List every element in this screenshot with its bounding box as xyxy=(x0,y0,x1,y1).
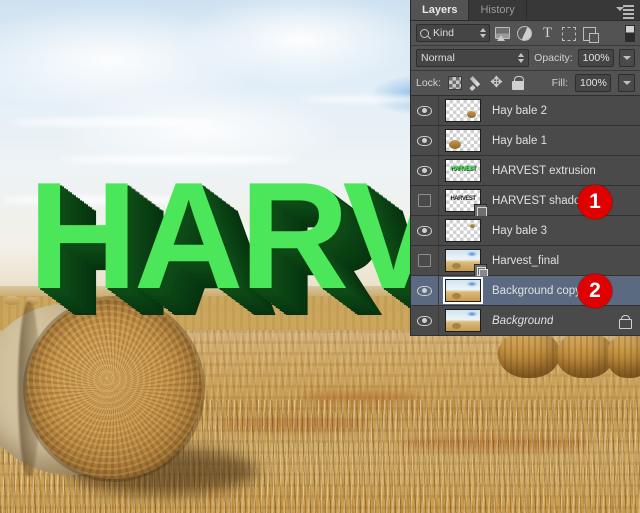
photoshop-screenshot: HARV Layers History Kind T Normal Opacit… xyxy=(0,0,640,513)
layer-name: HARVEST extrusion xyxy=(492,164,596,177)
layer-thumbnail[interactable] xyxy=(445,279,481,302)
opacity-chevron-down-icon[interactable] xyxy=(618,49,635,67)
layer-visibility-eye-icon[interactable] xyxy=(411,156,439,185)
type-layer-filter-icon[interactable]: T xyxy=(539,25,556,42)
thumbnail-hay-bale xyxy=(449,140,461,149)
fill-chevron-down-icon[interactable] xyxy=(618,74,635,92)
filter-toggle-icon[interactable] xyxy=(625,24,635,42)
filter-kind-label: Kind xyxy=(433,27,455,39)
updown-stepper-icon[interactable] xyxy=(518,53,525,63)
lock-position-icon[interactable] xyxy=(490,73,504,91)
layer-visibility-eye-icon[interactable] xyxy=(411,306,439,335)
layer-name: HARVEST shadow xyxy=(492,194,589,207)
filter-kind-dropdown[interactable]: Kind xyxy=(416,24,490,42)
tab-history[interactable]: History xyxy=(469,0,527,20)
updown-stepper-icon[interactable] xyxy=(480,28,486,38)
layer-name: Hay bale 2 xyxy=(492,104,547,117)
layer-row[interactable]: Hay bale 3 xyxy=(411,216,640,246)
layer-name: Background xyxy=(492,314,554,327)
shape-layer-filter-icon[interactable] xyxy=(561,25,578,42)
layer-row[interactable]: HARVEST HARVEST extrusion xyxy=(411,156,640,186)
layer-thumbnail[interactable] xyxy=(445,249,488,278)
layer-row[interactable]: Background xyxy=(411,306,640,336)
layer-visibility-eye-icon[interactable] xyxy=(411,96,439,125)
lock-all-icon[interactable] xyxy=(511,76,525,90)
bale-face xyxy=(26,299,202,479)
layer-visibility-eye-icon[interactable] xyxy=(411,126,439,155)
layer-name: Harvest_final xyxy=(492,254,560,267)
search-icon xyxy=(420,28,429,38)
opacity-label: Opacity: xyxy=(534,52,573,64)
layer-visibility-off-icon[interactable] xyxy=(411,186,439,215)
layer-thumbnail[interactable] xyxy=(445,309,481,332)
hay-bale-right xyxy=(606,334,640,378)
thumbnail-text: HARVEST xyxy=(450,196,476,202)
opacity-input[interactable]: 100% xyxy=(577,49,614,67)
layer-row[interactable]: Hay bale 1 xyxy=(411,126,640,156)
lock-label: Lock: xyxy=(416,77,442,89)
layer-thumbnail[interactable]: HARVEST xyxy=(445,189,487,217)
pixel-layer-filter-icon[interactable] xyxy=(495,25,512,42)
hay-bale-foreground xyxy=(0,297,258,495)
layer-thumbnail[interactable] xyxy=(445,129,481,152)
fill-input[interactable]: 100% xyxy=(575,74,611,92)
layer-visibility-eye-icon[interactable] xyxy=(411,216,439,245)
thumbnail-text: HARVEST xyxy=(450,166,476,172)
thumbnail-hay-bale xyxy=(470,224,475,228)
lock-row: Lock: Fill: 100% xyxy=(411,71,640,96)
layer-visibility-off-icon[interactable] xyxy=(411,246,439,275)
layer-thumbnail[interactable] xyxy=(445,219,481,242)
lock-image-pixels-icon[interactable] xyxy=(469,76,483,90)
layer-row[interactable]: Harvest_final xyxy=(411,246,640,278)
blend-mode-value: Normal xyxy=(421,52,455,64)
smart-object-filter-icon[interactable] xyxy=(583,25,600,43)
layer-thumbnail[interactable]: HARVEST xyxy=(445,159,481,182)
lock-transparent-pixels-icon[interactable] xyxy=(448,76,463,90)
layer-filter-row: Kind T xyxy=(411,21,640,46)
fill-label: Fill: xyxy=(551,77,568,89)
callout-badge-2: 2 xyxy=(578,274,612,308)
hay-bale-right xyxy=(498,330,560,378)
blend-mode-dropdown[interactable]: Normal xyxy=(416,49,530,67)
layer-name: Hay bale 3 xyxy=(492,224,547,237)
panel-menu-icon[interactable] xyxy=(616,4,634,19)
thumbnail-hay-bale xyxy=(467,111,476,118)
layer-row[interactable]: Hay bale 2 xyxy=(411,96,640,126)
layer-name: Background copy xyxy=(492,284,581,297)
panel-tab-bar: Layers History xyxy=(411,0,640,21)
blend-mode-row: Normal Opacity: 100% xyxy=(411,46,640,71)
layer-name: Hay bale 1 xyxy=(492,134,547,147)
adjustment-layer-filter-icon[interactable] xyxy=(517,25,534,42)
layer-locked-icon xyxy=(619,315,632,329)
cloud-streak xyxy=(10,118,220,126)
layer-thumbnail[interactable] xyxy=(445,99,481,122)
tab-layers[interactable]: Layers xyxy=(411,0,470,20)
harvest-3d-text: HARV xyxy=(28,151,444,321)
layer-visibility-eye-icon[interactable] xyxy=(411,276,439,305)
callout-badge-1: 1 xyxy=(578,185,612,219)
